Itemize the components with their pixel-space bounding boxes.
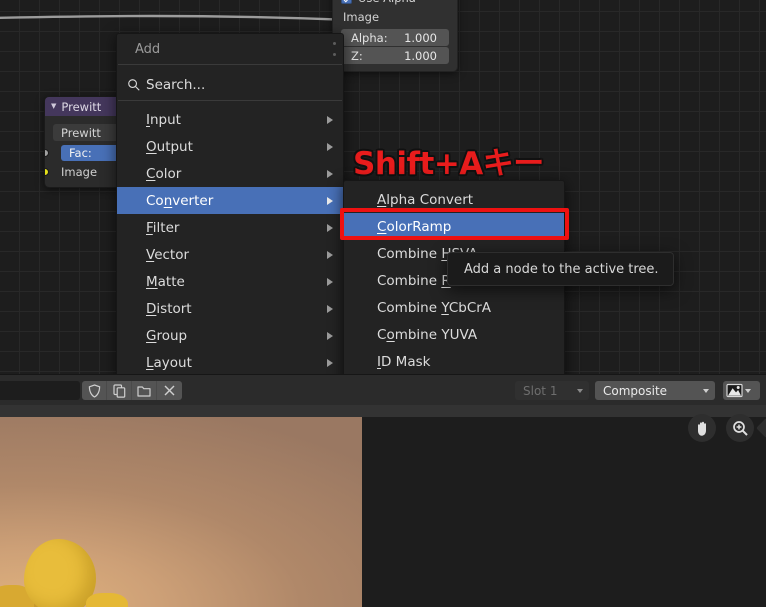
submenu-item-alpha-convert[interactable]: Alpha Convert [344, 186, 564, 213]
copy-icon [112, 383, 125, 398]
shield-icon [88, 383, 100, 398]
add-menu-title: Add [135, 41, 161, 57]
submenu-item-combine-yuva[interactable]: Combine YUVA [344, 321, 564, 348]
menu-item-converter[interactable]: Converter [117, 187, 343, 214]
display-channels-dropdown[interactable] [723, 381, 760, 400]
z-label: Z: [351, 48, 363, 63]
image-section-label: Image [343, 10, 380, 24]
new-copy-button[interactable] [107, 381, 132, 400]
alpha-label: Alpha: [351, 30, 388, 45]
submenu-item-combine-ycbcra[interactable]: Combine YCbCrA [344, 294, 564, 321]
checkbox-icon[interactable] [341, 0, 352, 4]
search-icon [128, 79, 140, 91]
character-head [24, 539, 96, 607]
menu-divider [118, 64, 342, 65]
datablock-name-field[interactable]: esult [0, 381, 80, 400]
menu-item-label: Filter [146, 219, 180, 236]
tooltip: Add a node to the active tree. [447, 252, 674, 286]
submenu-item-label: Alpha Convert [377, 191, 474, 208]
menu-item-distort[interactable]: Distort [117, 295, 343, 322]
menu-item-label: Input [146, 111, 181, 128]
submenu-arrow-icon [327, 304, 333, 313]
use-alpha-label: Use Alpha [358, 0, 416, 5]
socket-dot-fac[interactable] [45, 148, 49, 157]
chevron-down-icon [703, 388, 709, 393]
image-editor-header: esult [0, 374, 766, 405]
submenu-arrow-icon [327, 223, 333, 232]
submenu-arrow-icon [327, 250, 333, 259]
menu-item-label: Vector [146, 246, 190, 263]
menu-item-input[interactable]: Input [117, 106, 343, 133]
submenu-arrow-icon [327, 358, 333, 367]
character-hand [86, 593, 128, 607]
preview-topbar [0, 405, 766, 417]
render-layer-label: Composite [603, 383, 668, 398]
node-prewitt-title: Prewitt [61, 99, 102, 114]
menu-item-vector[interactable]: Vector [117, 241, 343, 268]
chevron-down-icon [745, 388, 751, 393]
add-menu: Add Search... Input Output Color Converter F… [116, 33, 344, 381]
z-value: 1.000 [404, 48, 437, 63]
alpha-field[interactable]: Alpha: 1.000 [341, 29, 449, 46]
blender-window: ▼ Prewitt Prewitt Fac: Image Use Alpha I… [0, 0, 766, 607]
menu-item-color[interactable]: Color [117, 160, 343, 187]
submenu-arrow-icon [327, 115, 333, 124]
chevron-down-icon [577, 388, 583, 393]
alpha-value: 1.000 [404, 30, 437, 45]
submenu-arrow-icon [327, 142, 333, 151]
submenu-arrow-icon [327, 277, 333, 286]
menu-item-layout[interactable]: Layout [117, 349, 343, 376]
menu-item-label: Color [146, 165, 182, 182]
rendered-image [0, 417, 362, 607]
shift-a-annotation: Shift+Aキー [353, 146, 544, 182]
menu-item-search[interactable]: Search... [117, 70, 343, 100]
menu-item-label: Converter [146, 192, 214, 209]
render-slot-label: Slot 1 [523, 383, 558, 398]
menu-item-search-label: Search... [146, 77, 206, 93]
submenu-arrow-icon [327, 196, 333, 205]
menu-item-label: Matte [146, 273, 185, 290]
unlink-button[interactable] [157, 381, 182, 400]
folder-icon [137, 385, 151, 397]
fake-user-button[interactable] [82, 381, 107, 400]
image-preview-area[interactable] [0, 405, 766, 607]
submenu-item-colorramp[interactable]: ColorRamp [344, 213, 564, 240]
menu-divider-2 [118, 100, 342, 101]
z-field[interactable]: Z: 1.000 [341, 47, 449, 64]
submenu-item-label: ColorRamp [377, 218, 452, 235]
submenu-arrow-icon [327, 331, 333, 340]
zoom-gizmo[interactable] [726, 414, 754, 442]
chevron-down-icon[interactable]: ▼ [51, 103, 56, 110]
magnifier-plus-icon [732, 420, 748, 436]
menu-item-filter[interactable]: Filter [117, 214, 343, 241]
hand-icon [697, 421, 706, 436]
render-slot-dropdown[interactable]: Slot 1 [515, 381, 589, 400]
use-alpha-row[interactable]: Use Alpha [333, 0, 457, 7]
submenu-item-label: Combine YCbCrA [377, 299, 492, 316]
close-icon [164, 385, 175, 396]
render-layer-dropdown[interactable]: Composite [595, 381, 715, 400]
submenu-arrow-icon [327, 169, 333, 178]
image-icon [726, 383, 743, 398]
node-socket-image-label: Image [61, 164, 98, 179]
socket-dot-image[interactable] [45, 167, 49, 176]
menu-item-label: Group [146, 327, 188, 344]
menu-item-label: Output [146, 138, 193, 155]
menu-grip-dots[interactable] [333, 42, 336, 64]
open-button[interactable] [132, 381, 157, 400]
menu-item-matte[interactable]: Matte [117, 268, 343, 295]
datablock-button-group [82, 381, 182, 400]
menu-item-group[interactable]: Group [117, 322, 343, 349]
submenu-item-label: ID Mask [377, 353, 431, 370]
submenu-item-label: Combine YUVA [377, 326, 478, 343]
pan-gizmo[interactable] [688, 414, 716, 442]
menu-item-label: Layout [146, 354, 192, 371]
menu-item-label: Distort [146, 300, 192, 317]
image-properties-panel: Use Alpha Image Alpha: 1.000 Z: 1.000 [332, 0, 458, 72]
submenu-item-id-mask[interactable]: ID Mask [344, 348, 564, 375]
menu-item-output[interactable]: Output [117, 133, 343, 160]
